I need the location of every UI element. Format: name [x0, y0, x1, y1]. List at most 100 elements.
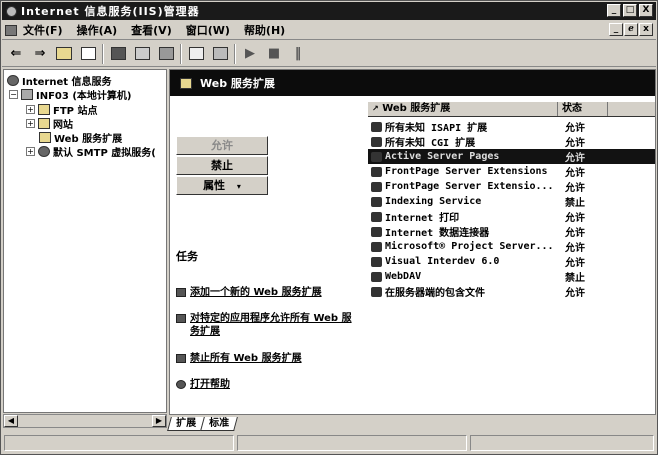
expand-toggle[interactable]: + [26, 147, 35, 156]
extension-icon [371, 226, 382, 237]
list-item[interactable]: Indexing Service 禁止 [368, 194, 655, 209]
extension-icon [371, 271, 382, 282]
folder-icon [39, 132, 51, 143]
tree-item-server[interactable]: − INF03 (本地计算机) [9, 87, 131, 102]
extension-name: Indexing Service [385, 196, 482, 207]
back-arrow-icon[interactable]: ⇐ [6, 44, 26, 64]
extension-status: 允许 [565, 228, 585, 239]
tab-extended[interactable]: 扩展 [167, 417, 205, 431]
scroll-left-icon[interactable]: ◀ [4, 415, 18, 427]
extension-icon [371, 256, 382, 267]
collapse-toggle[interactable]: − [9, 90, 18, 99]
scroll-right-icon[interactable]: ▶ [152, 415, 166, 427]
tree-item-smtp[interactable]: + 默认 SMTP 虚拟服务( [26, 144, 156, 159]
close-button[interactable]: X [639, 4, 653, 17]
tab-standard[interactable]: 标准 [200, 417, 238, 431]
extension-name: FrontPage Server Extensio... [385, 181, 554, 192]
play-icon[interactable]: ▶ [240, 44, 260, 64]
extensions-list: ↗ Web 服务扩展 状态 所有未知 ISAPI 扩展 允许 所有未知 CGI 扩展… [368, 96, 655, 414]
extension-name: 所有未知 ISAPI 扩展 [385, 123, 488, 134]
iis-icon [7, 75, 19, 86]
list-item[interactable]: FrontPage Server Extensions 允许 [368, 164, 655, 179]
export-icon[interactable] [156, 44, 176, 64]
list-item[interactable]: Microsoft® Project Server... 允许 [368, 239, 655, 254]
list-item[interactable]: Visual Interdev 6.0 允许 [368, 254, 655, 269]
menu-bar: 文件(F) 操作(A) 查看(V) 窗口(W) 帮助(H) _ ℯ x [2, 21, 656, 40]
open-help-link[interactable]: 打开帮助 [176, 378, 361, 391]
extension-icon [371, 286, 382, 297]
list-item[interactable]: 在服务器端的包含文件 允许 [368, 284, 655, 299]
list-item[interactable]: FrontPage Server Extensio... 允许 [368, 179, 655, 194]
menu-action[interactable]: 操作(A) [77, 22, 118, 38]
extension-status: 允许 [565, 153, 585, 164]
stop-icon[interactable]: ■ [264, 44, 284, 64]
list-item[interactable]: 所有未知 CGI 扩展 允许 [368, 134, 655, 149]
list-item[interactable]: Internet 数据连接器 允许 [368, 224, 655, 239]
scroll-track[interactable] [18, 415, 152, 427]
console-icon[interactable] [210, 44, 230, 64]
pause-icon[interactable]: ‖ [288, 44, 308, 64]
allow-all-for-app-link[interactable]: 对特定的应用程序允许所有 Web 服务扩展 [176, 312, 361, 338]
prohibit-extension-icon [176, 354, 186, 363]
extension-status: 允许 [565, 213, 585, 224]
extension-icon [371, 136, 382, 147]
allow-button[interactable]: 允许 [176, 136, 268, 155]
mdi-restore-button[interactable]: ℯ [624, 23, 638, 36]
tree-item-iis-root[interactable]: Internet 信息服务 [7, 73, 112, 88]
prohibit-button[interactable]: 禁止 [176, 156, 268, 175]
help-icon [176, 380, 186, 389]
tree-item-ftp-sites[interactable]: + FTP 站点 [26, 102, 97, 117]
menu-file[interactable]: 文件(F) [23, 22, 63, 38]
maximize-button[interactable]: □ [623, 4, 637, 17]
add-extension-link[interactable]: 添加一个新的 Web 服务扩展 [176, 286, 361, 299]
extension-name: 在服务器端的包含文件 [385, 288, 485, 299]
forward-arrow-icon[interactable]: ⇒ [30, 44, 50, 64]
iis-app-icon [6, 5, 17, 17]
task-pane: 允许 禁止 属性 ▾ 任务 添加一个新的 Web 服务扩展 对特定的应用程序允许… [170, 96, 370, 414]
expand-toggle[interactable]: + [26, 119, 35, 128]
menu-help[interactable]: 帮助(H) [244, 22, 285, 38]
title-bar[interactable]: Internet 信息服务(IIS)管理器 _ □ X [2, 2, 656, 20]
console-tree: Internet 信息服务 − INF03 (本地计算机) + FTP 站点 +… [3, 69, 167, 413]
help-icon[interactable] [186, 44, 206, 64]
extension-icon [371, 211, 382, 222]
prohibit-all-link[interactable]: 禁止所有 Web 服务扩展 [176, 352, 361, 365]
properties-button[interactable]: 属性 ▾ [176, 176, 268, 195]
column-header-status[interactable]: 状态 [558, 102, 608, 116]
status-panel [470, 435, 654, 451]
mdi-close-button[interactable]: x [639, 23, 653, 36]
tree-horizontal-scrollbar[interactable]: ◀ ▶ [3, 414, 167, 428]
details-pane: Web 服务扩展 允许 禁止 属性 ▾ 任务 添加一个新的 Web 服务扩展 对… [169, 69, 656, 415]
column-header-extension[interactable]: ↗ Web 服务扩展 [368, 102, 558, 116]
refresh-icon[interactable] [132, 44, 152, 64]
list-item[interactable]: Internet 打印 允许 [368, 209, 655, 224]
tree-item-web-service-extensions[interactable]: Web 服务扩展 [39, 130, 122, 145]
minimize-button[interactable]: _ [607, 4, 621, 17]
allow-extension-icon [176, 314, 186, 323]
list-header: ↗ Web 服务扩展 状态 [368, 101, 655, 117]
mdi-minimize-button[interactable]: _ [609, 23, 623, 36]
toolbar-separator [234, 43, 236, 64]
extension-icon [371, 181, 382, 192]
list-item[interactable]: WebDAV 禁止 [368, 269, 655, 284]
show-tree-icon[interactable] [78, 44, 98, 64]
extension-status: 禁止 [565, 198, 585, 209]
expand-toggle[interactable]: + [26, 105, 35, 114]
list-item[interactable]: Active Server Pages 允许 [368, 149, 655, 164]
smtp-icon [38, 146, 50, 157]
console-menu-icon[interactable] [5, 24, 17, 36]
extension-name: FrontPage Server Extensions [385, 166, 548, 177]
window-title: Internet 信息服务(IIS)管理器 [21, 5, 200, 18]
properties-icon[interactable] [108, 44, 128, 64]
extension-status: 允许 [565, 138, 585, 149]
extension-name: Visual Interdev 6.0 [385, 256, 500, 267]
status-bar [2, 433, 656, 453]
list-item[interactable]: 所有未知 ISAPI 扩展 允许 [368, 119, 655, 134]
up-folder-icon[interactable] [54, 44, 74, 64]
tree-item-websites[interactable]: + 网站 [26, 116, 73, 131]
extension-name: WebDAV [385, 271, 422, 282]
menu-view[interactable]: 查看(V) [131, 22, 172, 38]
extension-icon [371, 241, 382, 252]
extension-name: Internet 打印 [385, 213, 460, 224]
menu-window[interactable]: 窗口(W) [186, 22, 230, 38]
